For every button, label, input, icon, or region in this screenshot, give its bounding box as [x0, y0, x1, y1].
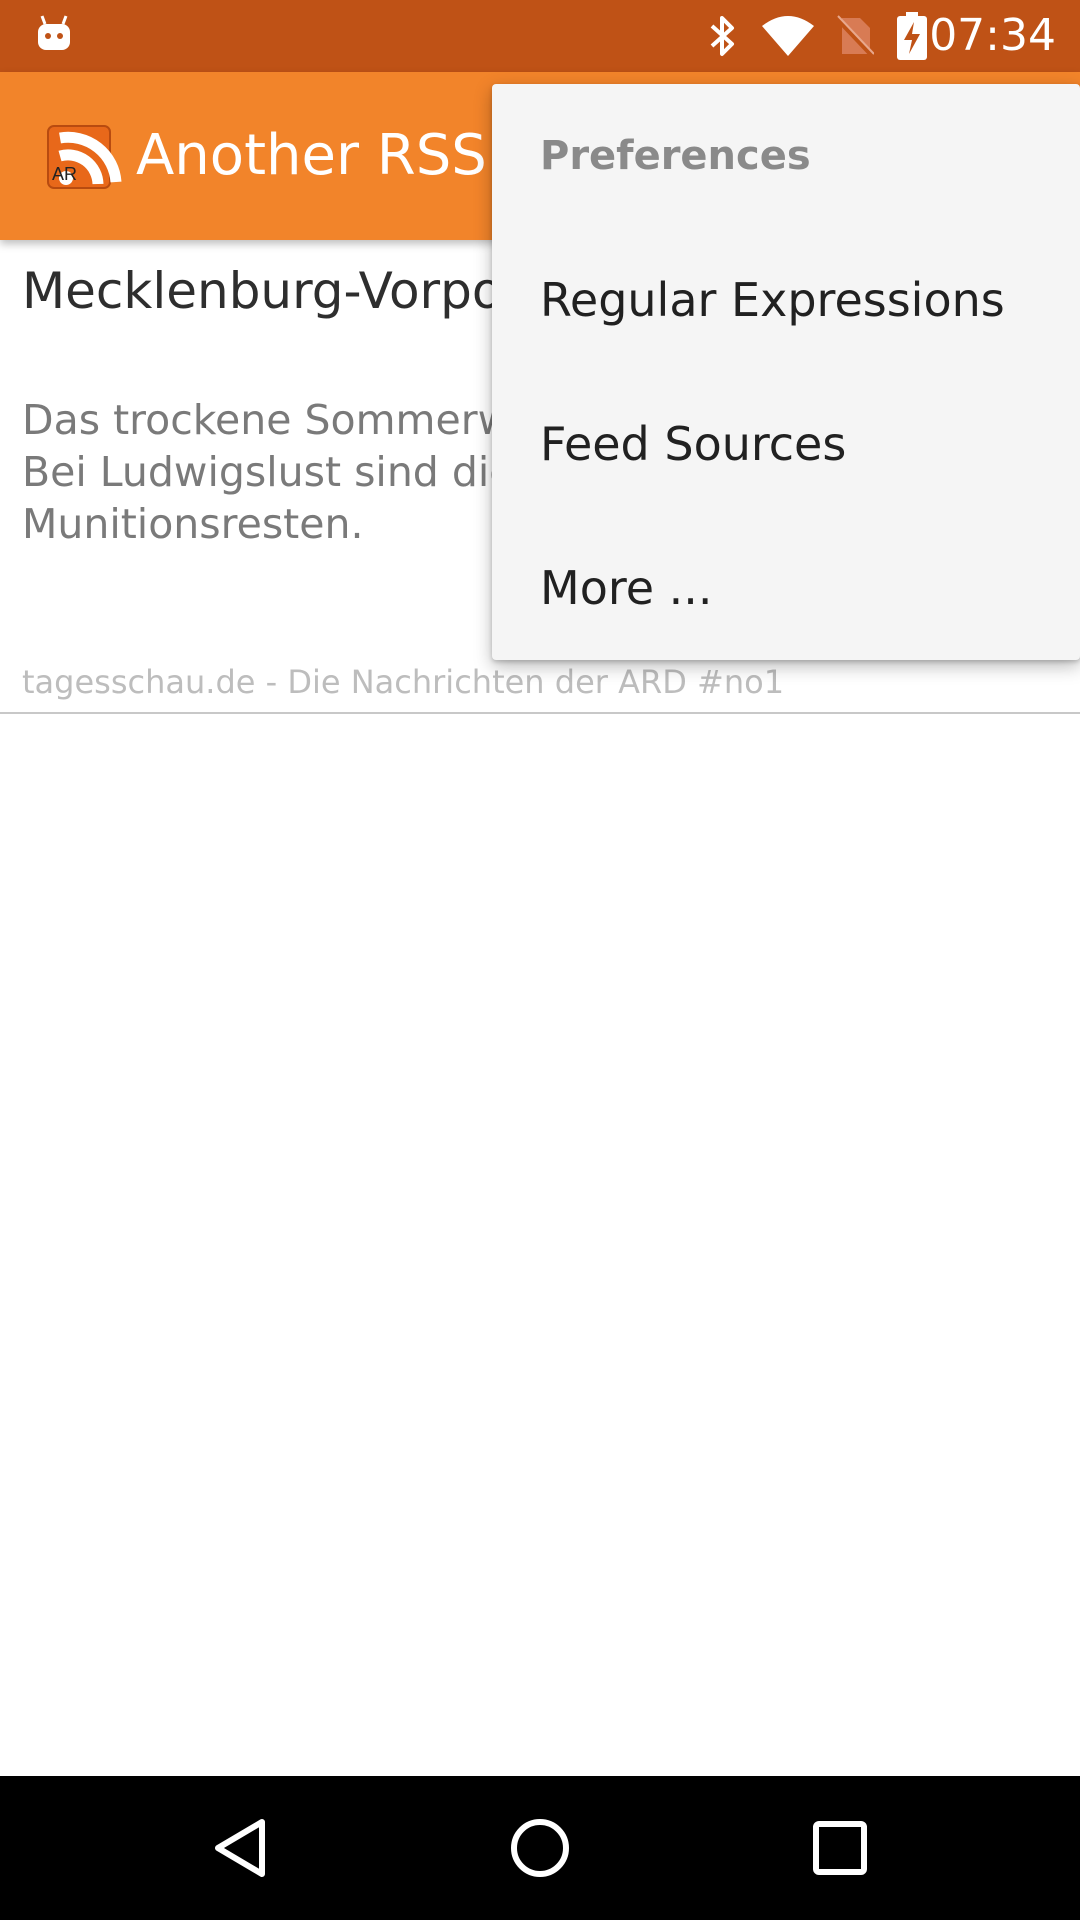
rss-icon: AR	[47, 125, 122, 189]
menu-item-regular-expressions[interactable]: Regular Expressions	[492, 228, 1080, 372]
wifi-icon	[762, 16, 814, 56]
home-icon	[511, 1819, 569, 1877]
android-debug-icon	[38, 15, 70, 50]
back-button[interactable]	[150, 1776, 330, 1920]
status-time: 07:34	[929, 10, 1056, 61]
overflow-menu: Preferences Regular Expressions Feed Sou…	[492, 84, 1080, 660]
navigation-bar	[0, 1776, 1080, 1920]
logo-text: AR	[52, 164, 77, 184]
article-source: tagesschau.de - Die Nachrichten der ARD …	[22, 663, 785, 701]
no-sim-icon	[834, 15, 874, 58]
menu-item-feed-sources[interactable]: Feed Sources	[492, 372, 1080, 516]
recents-button[interactable]	[750, 1776, 930, 1920]
status-bar: 07:34	[0, 0, 1080, 72]
back-icon	[215, 1819, 265, 1877]
app-title: Another RSS	[136, 123, 487, 188]
menu-item-preferences: Preferences	[540, 133, 811, 179]
home-button[interactable]	[450, 1776, 630, 1920]
menu-item-more[interactable]: More ...	[492, 516, 1080, 660]
divider	[0, 712, 1080, 714]
battery-charging-icon	[897, 12, 927, 60]
recents-icon	[813, 1821, 867, 1875]
bluetooth-icon	[710, 16, 734, 56]
